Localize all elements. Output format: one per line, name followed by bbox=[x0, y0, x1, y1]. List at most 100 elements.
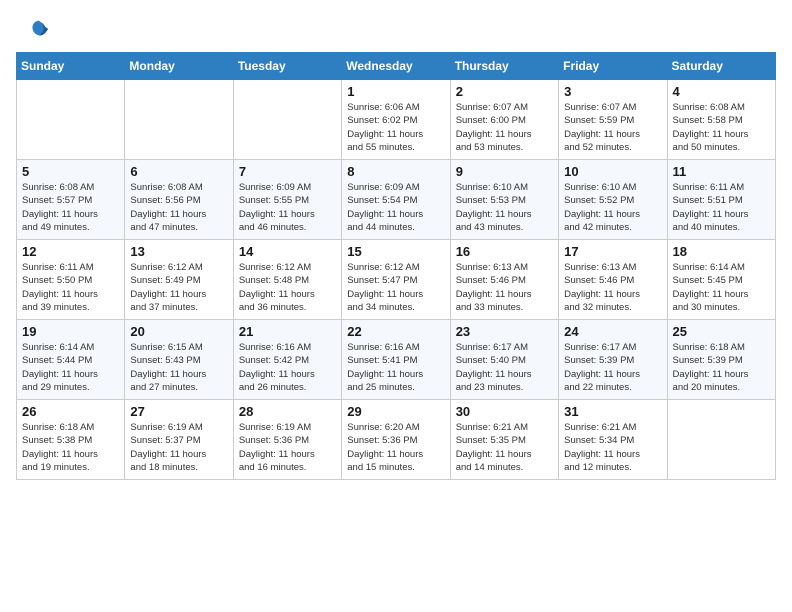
calendar-cell: 29 Sunrise: 6:20 AMSunset: 5:36 PMDayligh… bbox=[342, 400, 450, 480]
day-number: 29 bbox=[347, 404, 444, 419]
calendar-cell: 26 Sunrise: 6:18 AMSunset: 5:38 PMDayligh… bbox=[17, 400, 125, 480]
day-number: 9 bbox=[456, 164, 553, 179]
calendar-cell bbox=[17, 80, 125, 160]
day-info: Sunrise: 6:18 AMSunset: 5:39 PMDaylight:… bbox=[673, 341, 770, 394]
calendar-week-row: 19 Sunrise: 6:14 AMSunset: 5:44 PMDayligh… bbox=[17, 320, 776, 400]
calendar-cell: 22 Sunrise: 6:16 AMSunset: 5:41 PMDayligh… bbox=[342, 320, 450, 400]
day-number: 13 bbox=[130, 244, 227, 259]
weekday-header-cell: Thursday bbox=[450, 53, 558, 80]
calendar-cell: 16 Sunrise: 6:13 AMSunset: 5:46 PMDayligh… bbox=[450, 240, 558, 320]
calendar-cell: 10 Sunrise: 6:10 AMSunset: 5:52 PMDayligh… bbox=[559, 160, 667, 240]
weekday-header-cell: Sunday bbox=[17, 53, 125, 80]
day-number: 22 bbox=[347, 324, 444, 339]
day-info: Sunrise: 6:06 AMSunset: 6:02 PMDaylight:… bbox=[347, 101, 444, 154]
day-number: 8 bbox=[347, 164, 444, 179]
calendar-cell: 14Sunrise: 6:12 AMSunset: 5:48 PMDayligh… bbox=[233, 240, 341, 320]
day-info: Sunrise: 6:19 AMSunset: 5:36 PMDaylight:… bbox=[239, 421, 336, 474]
day-info: Sunrise: 6:08 AMSunset: 5:58 PMDaylight:… bbox=[673, 101, 770, 154]
day-info: Sunrise: 6:13 AMSunset: 5:46 PMDaylight:… bbox=[564, 261, 661, 314]
day-number: 27 bbox=[130, 404, 227, 419]
calendar-body: 1Sunrise: 6:06 AMSunset: 6:02 PMDaylight… bbox=[17, 80, 776, 480]
calendar-cell: 2 Sunrise: 6:07 AMSunset: 6:00 PMDaylight… bbox=[450, 80, 558, 160]
calendar-cell: 3 Sunrise: 6:07 AMSunset: 5:59 PMDaylight… bbox=[559, 80, 667, 160]
day-number: 25 bbox=[673, 324, 770, 339]
calendar-week-row: 1Sunrise: 6:06 AMSunset: 6:02 PMDaylight… bbox=[17, 80, 776, 160]
logo-icon bbox=[28, 18, 50, 40]
calendar-cell: 31 Sunrise: 6:21 AMSunset: 5:34 PMDayligh… bbox=[559, 400, 667, 480]
day-info: Sunrise: 6:21 AMSunset: 5:35 PMDaylight:… bbox=[456, 421, 553, 474]
day-number: 21 bbox=[239, 324, 336, 339]
day-info: Sunrise: 6:11 AMSunset: 5:51 PMDaylight:… bbox=[673, 181, 770, 234]
day-info: Sunrise: 6:14 AMSunset: 5:44 PMDaylight:… bbox=[22, 341, 119, 394]
day-number: 12 bbox=[22, 244, 119, 259]
day-number: 15 bbox=[347, 244, 444, 259]
calendar-cell: 20 Sunrise: 6:15 AMSunset: 5:43 PMDayligh… bbox=[125, 320, 233, 400]
day-info: Sunrise: 6:08 AMSunset: 5:56 PMDaylight:… bbox=[130, 181, 227, 234]
day-number: 28 bbox=[239, 404, 336, 419]
calendar-table: SundayMondayTuesdayWednesdayThursdayFrid… bbox=[16, 52, 776, 480]
day-info: Sunrise: 6:07 AMSunset: 6:00 PMDaylight:… bbox=[456, 101, 553, 154]
calendar-cell: 24Sunrise: 6:17 AMSunset: 5:39 PMDayligh… bbox=[559, 320, 667, 400]
header bbox=[0, 0, 792, 48]
calendar-cell: 15 Sunrise: 6:12 AMSunset: 5:47 PMDayligh… bbox=[342, 240, 450, 320]
day-number: 26 bbox=[22, 404, 119, 419]
day-number: 2 bbox=[456, 84, 553, 99]
day-info: Sunrise: 6:07 AMSunset: 5:59 PMDaylight:… bbox=[564, 101, 661, 154]
calendar-cell: 27 Sunrise: 6:19 AMSunset: 5:37 PMDayligh… bbox=[125, 400, 233, 480]
calendar-cell: 25 Sunrise: 6:18 AMSunset: 5:39 PMDayligh… bbox=[667, 320, 775, 400]
day-number: 5 bbox=[22, 164, 119, 179]
day-number: 18 bbox=[673, 244, 770, 259]
day-number: 19 bbox=[22, 324, 119, 339]
day-number: 3 bbox=[564, 84, 661, 99]
day-info: Sunrise: 6:10 AMSunset: 5:52 PMDaylight:… bbox=[564, 181, 661, 234]
weekday-header-cell: Wednesday bbox=[342, 53, 450, 80]
day-number: 16 bbox=[456, 244, 553, 259]
weekday-header-cell: Saturday bbox=[667, 53, 775, 80]
calendar-page: SundayMondayTuesdayWednesdayThursdayFrid… bbox=[0, 0, 792, 612]
day-number: 31 bbox=[564, 404, 661, 419]
calendar-cell bbox=[233, 80, 341, 160]
day-number: 7 bbox=[239, 164, 336, 179]
calendar-cell: 13Sunrise: 6:12 AMSunset: 5:49 PMDayligh… bbox=[125, 240, 233, 320]
day-number: 20 bbox=[130, 324, 227, 339]
day-info: Sunrise: 6:10 AMSunset: 5:53 PMDaylight:… bbox=[456, 181, 553, 234]
calendar-cell: 23 Sunrise: 6:17 AMSunset: 5:40 PMDayligh… bbox=[450, 320, 558, 400]
day-number: 23 bbox=[456, 324, 553, 339]
day-number: 10 bbox=[564, 164, 661, 179]
calendar-cell: 17 Sunrise: 6:13 AMSunset: 5:46 PMDayligh… bbox=[559, 240, 667, 320]
calendar-cell: 28 Sunrise: 6:19 AMSunset: 5:36 PMDayligh… bbox=[233, 400, 341, 480]
calendar-cell: 1Sunrise: 6:06 AMSunset: 6:02 PMDaylight… bbox=[342, 80, 450, 160]
weekday-header-cell: Monday bbox=[125, 53, 233, 80]
day-info: Sunrise: 6:18 AMSunset: 5:38 PMDaylight:… bbox=[22, 421, 119, 474]
day-info: Sunrise: 6:16 AMSunset: 5:42 PMDaylight:… bbox=[239, 341, 336, 394]
calendar-week-row: 12Sunrise: 6:11 AMSunset: 5:50 PMDayligh… bbox=[17, 240, 776, 320]
day-number: 4 bbox=[673, 84, 770, 99]
day-info: Sunrise: 6:09 AMSunset: 5:55 PMDaylight:… bbox=[239, 181, 336, 234]
calendar-cell: 12Sunrise: 6:11 AMSunset: 5:50 PMDayligh… bbox=[17, 240, 125, 320]
day-number: 14 bbox=[239, 244, 336, 259]
day-info: Sunrise: 6:08 AMSunset: 5:57 PMDaylight:… bbox=[22, 181, 119, 234]
day-info: Sunrise: 6:16 AMSunset: 5:41 PMDaylight:… bbox=[347, 341, 444, 394]
day-info: Sunrise: 6:12 AMSunset: 5:47 PMDaylight:… bbox=[347, 261, 444, 314]
calendar-cell: 11 Sunrise: 6:11 AMSunset: 5:51 PMDayligh… bbox=[667, 160, 775, 240]
calendar-cell bbox=[125, 80, 233, 160]
weekday-header-row: SundayMondayTuesdayWednesdayThursdayFrid… bbox=[17, 53, 776, 80]
calendar-cell: 18 Sunrise: 6:14 AMSunset: 5:45 PMDayligh… bbox=[667, 240, 775, 320]
day-info: Sunrise: 6:21 AMSunset: 5:34 PMDaylight:… bbox=[564, 421, 661, 474]
day-info: Sunrise: 6:19 AMSunset: 5:37 PMDaylight:… bbox=[130, 421, 227, 474]
day-number: 30 bbox=[456, 404, 553, 419]
day-info: Sunrise: 6:17 AMSunset: 5:40 PMDaylight:… bbox=[456, 341, 553, 394]
calendar-cell: 19 Sunrise: 6:14 AMSunset: 5:44 PMDayligh… bbox=[17, 320, 125, 400]
day-info: Sunrise: 6:13 AMSunset: 5:46 PMDaylight:… bbox=[456, 261, 553, 314]
day-number: 11 bbox=[673, 164, 770, 179]
day-info: Sunrise: 6:14 AMSunset: 5:45 PMDaylight:… bbox=[673, 261, 770, 314]
day-number: 17 bbox=[564, 244, 661, 259]
calendar-cell bbox=[667, 400, 775, 480]
weekday-header-cell: Tuesday bbox=[233, 53, 341, 80]
calendar-cell: 6 Sunrise: 6:08 AMSunset: 5:56 PMDaylight… bbox=[125, 160, 233, 240]
day-info: Sunrise: 6:20 AMSunset: 5:36 PMDaylight:… bbox=[347, 421, 444, 474]
day-number: 6 bbox=[130, 164, 227, 179]
day-info: Sunrise: 6:17 AMSunset: 5:39 PMDaylight:… bbox=[564, 341, 661, 394]
day-info: Sunrise: 6:15 AMSunset: 5:43 PMDaylight:… bbox=[130, 341, 227, 394]
calendar-cell: 30 Sunrise: 6:21 AMSunset: 5:35 PMDayligh… bbox=[450, 400, 558, 480]
